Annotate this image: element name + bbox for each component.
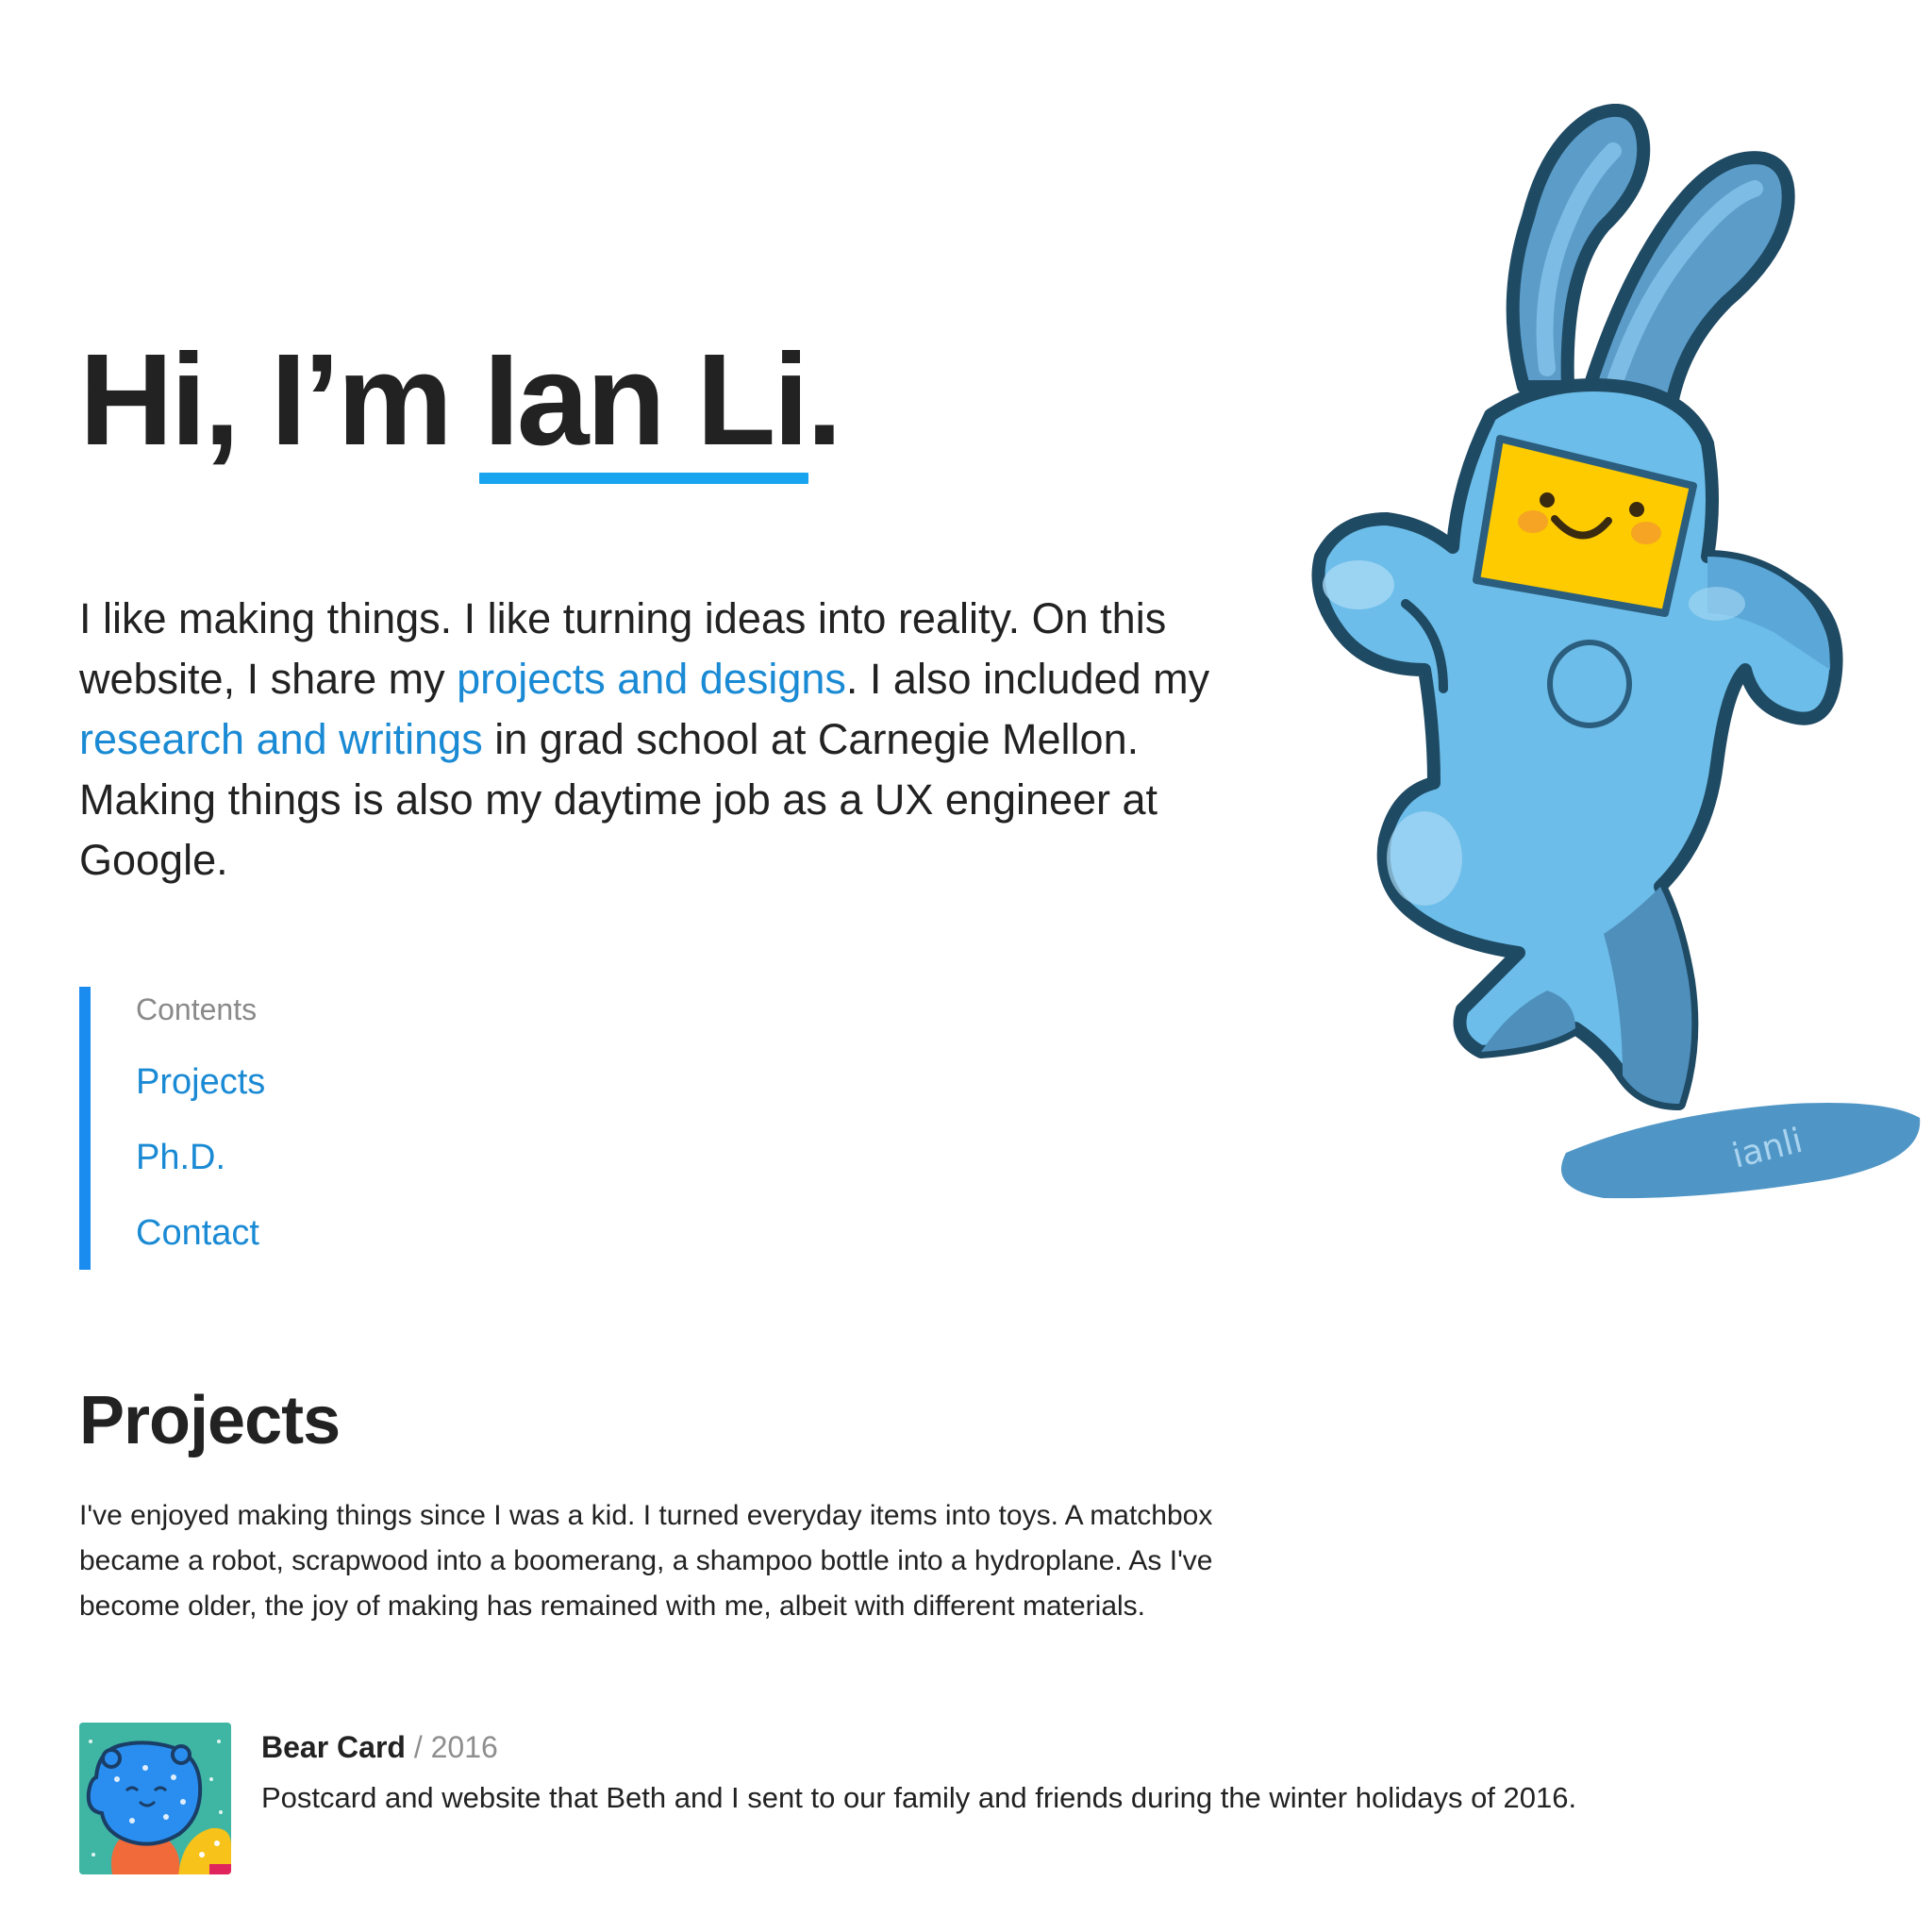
toc-heading: Contents	[136, 992, 258, 1026]
bunny-mascot-illustration: ianli	[1264, 103, 1924, 1217]
toc-item-contact[interactable]: Contact	[136, 1213, 259, 1254]
name-link[interactable]: Ian Li	[479, 335, 809, 484]
table-of-contents: Contents Projects Ph.D. Contact	[79, 987, 475, 1270]
project-year: 2016	[430, 1730, 498, 1764]
projects-and-designs-link[interactable]: projects and designs	[457, 655, 846, 703]
projects-heading: Projects	[79, 1383, 341, 1458]
bunny-mascot-icon: ianli	[1311, 103, 1921, 1199]
project-description: Postcard and website that Beth and I sen…	[261, 1781, 1577, 1814]
title-period: .	[806, 327, 842, 473]
toc-item-projects[interactable]: Projects	[136, 1062, 265, 1103]
toc-item-phd[interactable]: Ph.D.	[136, 1138, 225, 1178]
project-item-bear-card[interactable]: Bear Card / 2016 Postcard and website th…	[79, 1723, 1683, 1878]
bear-card-icon	[79, 1723, 231, 1874]
project-name[interactable]: Bear Card	[261, 1730, 406, 1764]
projects-intro: I've enjoyed making things since I was a…	[79, 1500, 1213, 1622]
bear-card-thumbnail[interactable]	[79, 1723, 231, 1874]
greeting-text: Hi, I’m	[79, 327, 484, 473]
project-separator: /	[405, 1730, 431, 1764]
project-title[interactable]: Bear Card / 2016	[261, 1730, 498, 1765]
intro-text-2: . I also included my	[845, 655, 1210, 703]
page-title: Hi, I’m Ian Li.	[79, 335, 842, 484]
research-and-writings-link[interactable]: research and writings	[79, 715, 483, 763]
intro-paragraph: I like making things. I like turning ide…	[79, 589, 1240, 891]
